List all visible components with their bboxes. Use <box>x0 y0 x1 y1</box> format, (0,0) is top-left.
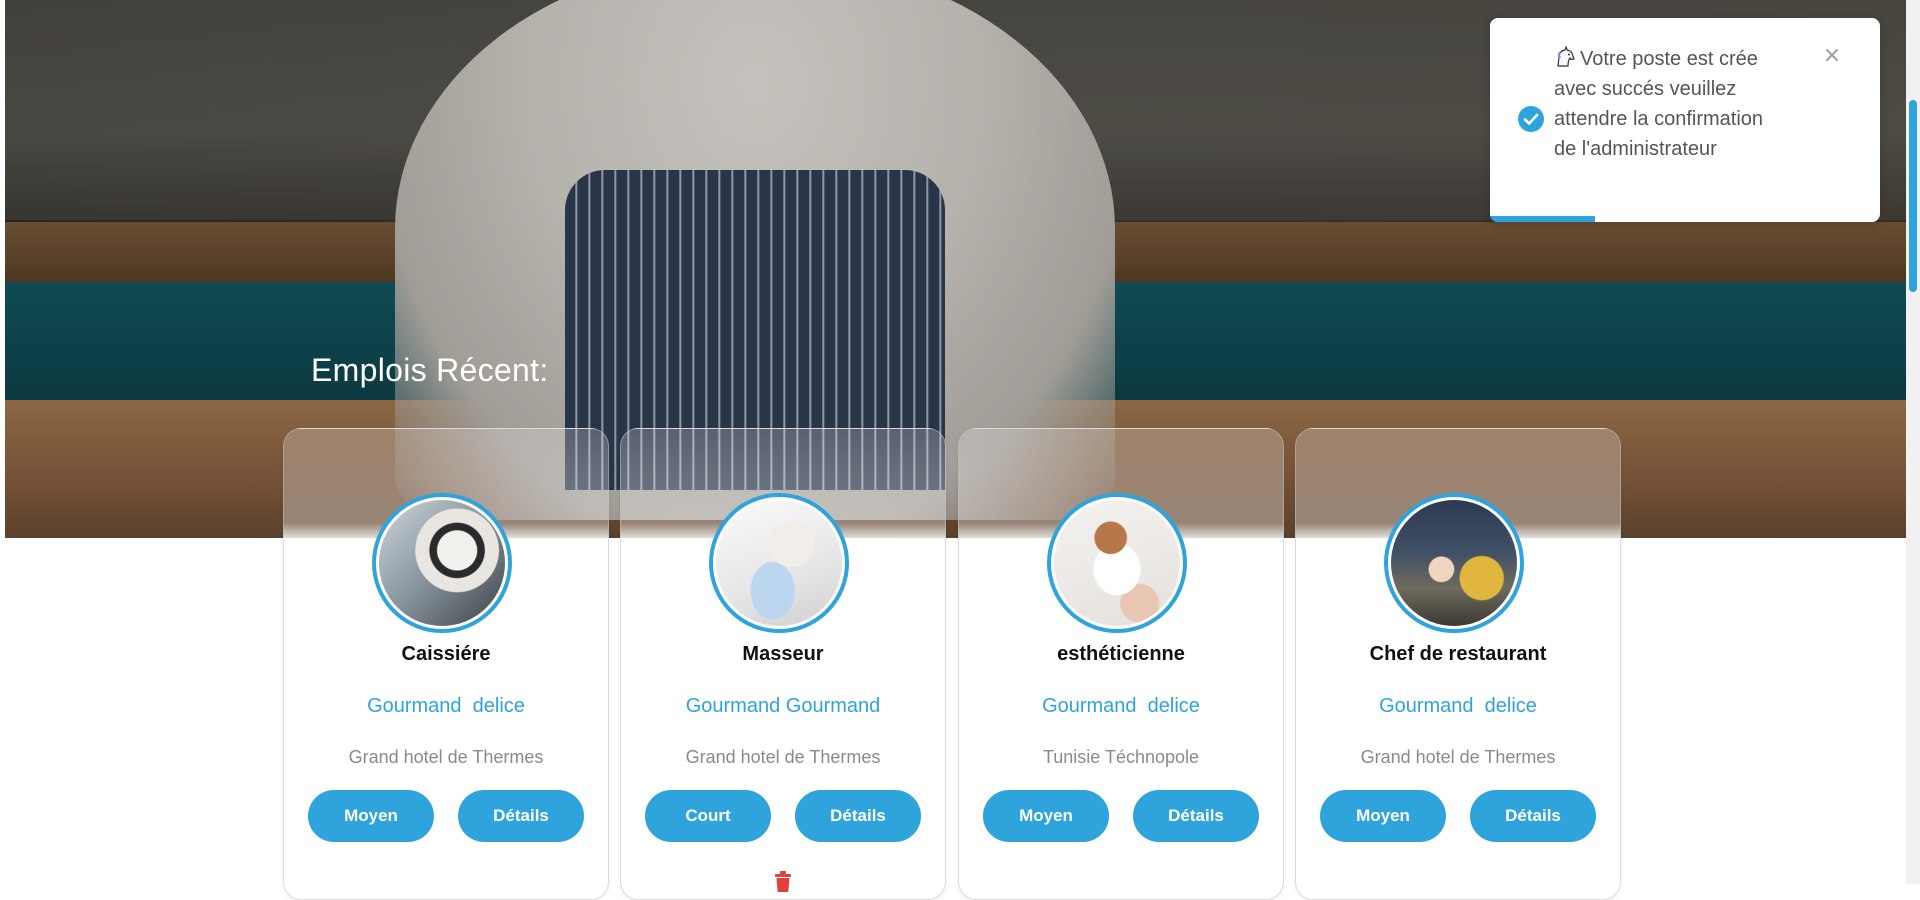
job-company[interactable]: Gourmand delice <box>284 695 608 718</box>
job-location: Grand hotel de Thermes <box>685 747 881 767</box>
job-company[interactable]: Gourmand delice <box>959 695 1283 718</box>
job-location: Tunisie Téchnopole <box>1042 747 1200 767</box>
success-toast: Votre poste est crée avec succés veuille… <box>1490 18 1880 222</box>
duration-button[interactable]: Court <box>645 790 771 842</box>
duration-button[interactable]: Moyen <box>308 790 434 842</box>
beautician-photo <box>1054 500 1180 626</box>
close-icon[interactable]: × <box>1820 44 1844 68</box>
check-circle-icon <box>1518 106 1544 132</box>
masseur-photo <box>716 500 842 626</box>
duration-button[interactable]: Moyen <box>983 790 1109 842</box>
cashier-photo <box>379 500 505 626</box>
job-company[interactable]: Gourmand delice <box>1296 695 1620 718</box>
details-button[interactable]: Détails <box>458 790 584 842</box>
job-location: Grand hotel de Thermes <box>348 747 544 767</box>
job-avatar <box>372 493 512 633</box>
details-button[interactable]: Détails <box>795 790 921 842</box>
details-button[interactable]: Détails <box>1470 790 1596 842</box>
job-title: Chef de restaurant <box>1369 643 1547 665</box>
job-location: Grand hotel de Thermes <box>1360 747 1556 767</box>
job-card: esthéticienne Gourmand delice Tunisie Té… <box>958 428 1284 900</box>
job-title: Caissiére <box>401 643 491 665</box>
job-company[interactable]: Gourmand Gourmand <box>621 695 945 718</box>
job-avatar <box>1384 493 1524 633</box>
toast-message-container: Votre poste est crée avec succés veuille… <box>1554 44 1779 164</box>
trash-icon[interactable] <box>773 871 793 893</box>
toast-progress-bar <box>1490 216 1596 222</box>
details-button[interactable]: Détails <box>1133 790 1259 842</box>
job-title: esthéticienne <box>1057 643 1185 665</box>
job-title: Masseur <box>742 643 824 665</box>
page-scrollbar[interactable] <box>1906 0 1920 884</box>
section-title: Emplois Récent: <box>311 352 549 388</box>
restaurant-chef-photo <box>1391 500 1517 626</box>
toast-message: Votre poste est crée avec succés veuille… <box>1554 48 1764 160</box>
job-card: Masseur Gourmand Gourmand Grand hotel de… <box>620 428 946 900</box>
job-avatar <box>709 493 849 633</box>
unicorn-emoji-icon <box>1557 46 1575 67</box>
job-avatar <box>1047 493 1187 633</box>
job-card: Caissiére Gourmand delice Grand hotel de… <box>283 428 609 900</box>
scrollbar-thumb[interactable] <box>1909 100 1917 292</box>
duration-button[interactable]: Moyen <box>1320 790 1446 842</box>
job-card: Chef de restaurant Gourmand delice Grand… <box>1295 428 1621 900</box>
